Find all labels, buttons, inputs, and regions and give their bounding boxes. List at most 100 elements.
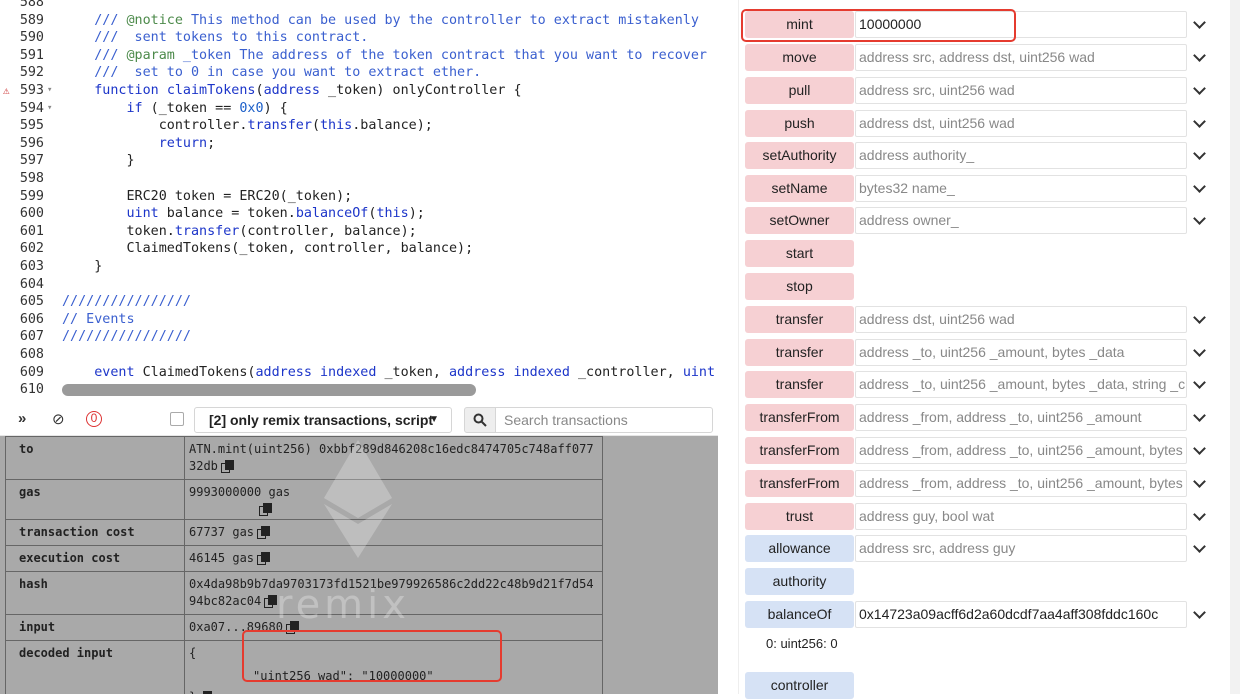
line-number[interactable]: 610 xyxy=(0,381,44,399)
transferfrom-button[interactable]: transferFrom xyxy=(745,437,854,464)
chevron-down-icon[interactable] xyxy=(1192,540,1206,556)
code-line[interactable]: 600 uint balance = token.balanceOf(this)… xyxy=(0,205,718,223)
chevron-down-icon[interactable] xyxy=(1192,344,1206,360)
chevron-down-icon[interactable] xyxy=(1192,212,1206,228)
allowance-input[interactable]: address src, address guy xyxy=(855,535,1187,562)
start-button[interactable]: start xyxy=(745,240,854,267)
line-number[interactable]: 589 xyxy=(0,12,44,30)
code-line[interactable]: 589 /// @notice This method can be used … xyxy=(0,12,718,30)
transfer-input[interactable]: address _to, uint256 _amount, bytes _dat… xyxy=(855,339,1187,366)
code-line[interactable]: 598 xyxy=(0,170,718,188)
trust-button[interactable]: trust xyxy=(745,503,854,530)
code-line[interactable]: 594 ▾ if (_token == 0x0) { xyxy=(0,100,718,118)
chevron-down-icon[interactable] xyxy=(1192,82,1206,98)
push-button[interactable]: push xyxy=(745,110,854,137)
stop-button[interactable]: stop xyxy=(745,273,854,300)
line-number[interactable]: 588 xyxy=(0,0,44,12)
transferfrom-input[interactable]: address _from, address _to, uint256 _amo… xyxy=(855,470,1187,497)
code-line[interactable]: 596 return; xyxy=(0,135,718,153)
code-line[interactable]: 601 token.transfer(controller, balance); xyxy=(0,223,718,241)
setowner-input[interactable]: address owner_ xyxy=(855,207,1187,234)
setname-input[interactable]: bytes32 name_ xyxy=(855,175,1187,202)
line-number[interactable]: 597 xyxy=(0,152,44,170)
transfer-button[interactable]: transfer xyxy=(745,371,854,398)
chevron-down-icon[interactable] xyxy=(1192,376,1206,392)
line-number[interactable]: 605 xyxy=(0,293,44,311)
line-number[interactable]: 590 xyxy=(0,29,44,47)
chevron-down-icon[interactable] xyxy=(1192,409,1206,425)
setauthority-input[interactable]: address authority_ xyxy=(855,142,1187,169)
pull-button[interactable]: pull xyxy=(745,77,854,104)
code-line[interactable]: 597 } xyxy=(0,152,718,170)
code-line[interactable]: 588 xyxy=(0,0,718,12)
copy-icon[interactable] xyxy=(257,552,271,565)
move-input[interactable]: address src, address dst, uint256 wad xyxy=(855,44,1187,71)
chevron-down-icon[interactable] xyxy=(1192,115,1206,131)
chevron-down-icon[interactable] xyxy=(1192,442,1206,458)
code-line[interactable]: 608 xyxy=(0,346,718,364)
copy-icon[interactable] xyxy=(264,595,278,608)
transfer-button[interactable]: transfer xyxy=(745,339,854,366)
line-number[interactable]: 602 xyxy=(0,240,44,258)
code-line[interactable]: 595 controller.transfer(this.balance); xyxy=(0,117,718,135)
line-number[interactable]: 608 xyxy=(0,346,44,364)
setname-button[interactable]: setName xyxy=(745,175,854,202)
chevron-down-icon[interactable] xyxy=(1192,606,1206,622)
transfer-input[interactable]: address dst, uint256 wad xyxy=(855,306,1187,333)
code-line[interactable]: 591 /// @param _token The address of the… xyxy=(0,47,718,65)
line-number[interactable]: 601 xyxy=(0,223,44,241)
chevron-down-icon[interactable] xyxy=(1192,147,1206,163)
copy-icon[interactable] xyxy=(259,503,272,516)
chevron-down-icon[interactable] xyxy=(1192,508,1206,524)
line-number[interactable]: 606 xyxy=(0,311,44,329)
line-number[interactable]: 596 xyxy=(0,135,44,153)
clear-console-icon[interactable]: ⊘ xyxy=(52,410,65,428)
transfer-input[interactable]: address _to, uint256 _amount, bytes _dat… xyxy=(855,371,1187,398)
balanceof-button[interactable]: balanceOf xyxy=(745,601,854,628)
listen-checkbox[interactable] xyxy=(170,412,184,426)
fold-arrow-icon[interactable]: ▾ xyxy=(47,82,52,100)
trust-input[interactable]: address guy, bool wat xyxy=(855,503,1187,530)
transaction-filter-select[interactable]: [2] only remix transactions, script ▼ xyxy=(194,407,452,433)
mint-input[interactable]: 10000000 xyxy=(855,11,1187,38)
line-number[interactable]: 609 xyxy=(0,364,44,382)
code-line[interactable]: 590 /// sent tokens to this contract. xyxy=(0,29,718,47)
authority-button[interactable]: authority xyxy=(745,568,854,595)
setowner-button[interactable]: setOwner xyxy=(745,207,854,234)
code-line[interactable]: 593 ⚠ ▾ function claimTokens(address _toke… xyxy=(0,82,718,100)
panel-vertical-scrollbar[interactable] xyxy=(1230,0,1240,694)
chevron-down-icon[interactable] xyxy=(1192,49,1206,65)
search-icon[interactable] xyxy=(464,407,496,433)
line-number[interactable]: 607 xyxy=(0,328,44,346)
code-line[interactable]: 603 } xyxy=(0,258,718,276)
code-line[interactable]: 599 ERC20 token = ERC20(_token); xyxy=(0,188,718,206)
transfer-button[interactable]: transfer xyxy=(745,306,854,333)
controller-button[interactable]: controller xyxy=(745,672,854,699)
copy-icon[interactable] xyxy=(257,526,271,539)
pull-input[interactable]: address src, uint256 wad xyxy=(855,77,1187,104)
code-line[interactable]: 605 //////////////// xyxy=(0,293,718,311)
line-number[interactable]: 603 xyxy=(0,258,44,276)
line-number[interactable]: 599 xyxy=(0,188,44,206)
code-line[interactable]: 609 event ClaimedTokens(address indexed … xyxy=(0,364,718,382)
editor-horizontal-scrollbar[interactable] xyxy=(62,384,476,396)
search-transactions-input[interactable]: Search transactions xyxy=(495,407,713,433)
line-number[interactable]: 592 xyxy=(0,64,44,82)
fold-arrow-icon[interactable]: ▾ xyxy=(47,100,52,118)
line-number[interactable]: 600 xyxy=(0,205,44,223)
transferfrom-input[interactable]: address _from, address _to, uint256 _amo… xyxy=(855,404,1187,431)
chevron-down-icon[interactable] xyxy=(1192,180,1206,196)
collapse-terminal-icon[interactable]: » xyxy=(18,410,26,427)
setauthority-button[interactable]: setAuthority xyxy=(745,142,854,169)
copy-icon[interactable] xyxy=(220,460,234,473)
transferfrom-button[interactable]: transferFrom xyxy=(745,404,854,431)
line-number[interactable]: 594 xyxy=(0,100,44,118)
line-number[interactable]: 604 xyxy=(0,276,44,294)
transferfrom-button[interactable]: transferFrom xyxy=(745,470,854,497)
code-line[interactable]: 592 /// set to 0 in case you want to ext… xyxy=(0,64,718,82)
code-line[interactable]: 606 // Events xyxy=(0,311,718,329)
warning-icon[interactable]: ⚠ xyxy=(3,82,10,100)
line-number[interactable]: 595 xyxy=(0,117,44,135)
chevron-down-icon[interactable] xyxy=(1192,475,1206,491)
move-button[interactable]: move xyxy=(745,44,854,71)
